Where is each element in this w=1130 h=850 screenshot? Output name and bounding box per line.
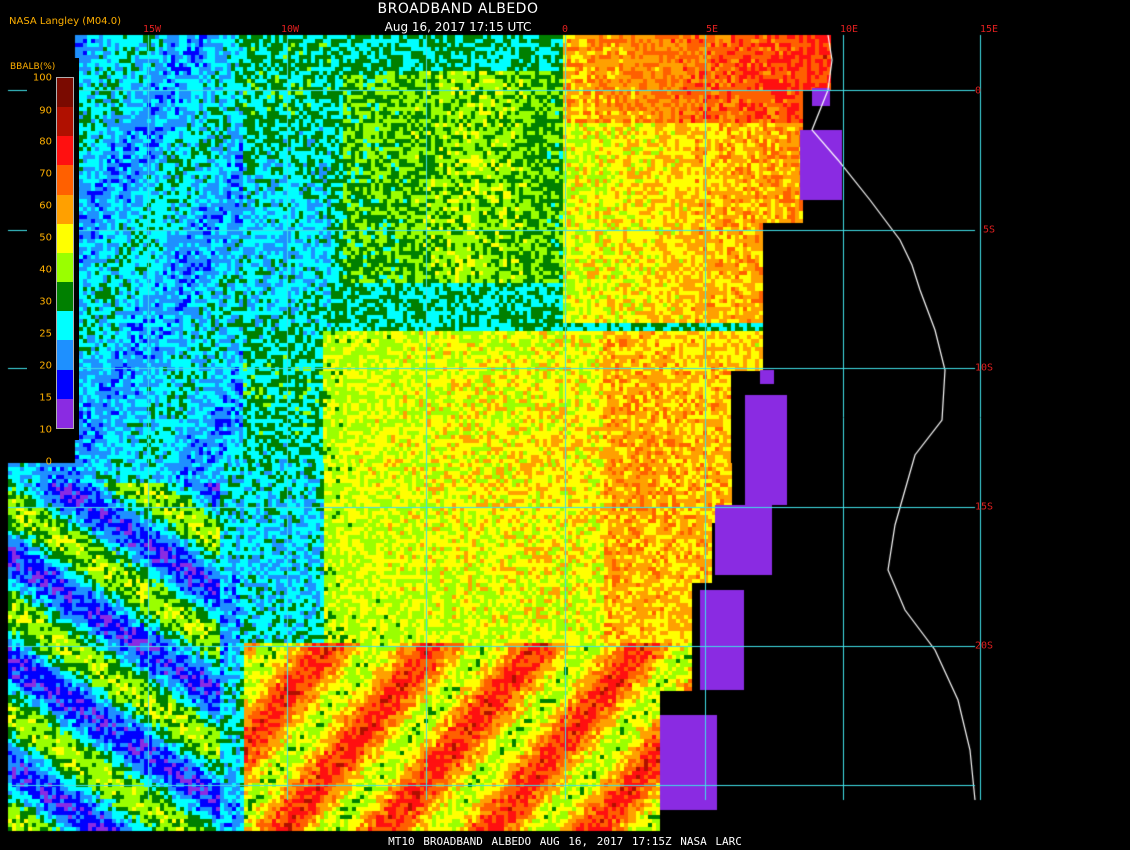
legend-swatch [57, 252, 73, 283]
lat-label-10s: 10S [975, 362, 994, 374]
legend-color-bar [56, 77, 74, 429]
legend-tick: 100 [32, 72, 52, 84]
map-title: BROADBAND ALBEDO [377, 1, 539, 17]
lon-label-10e: 10E [839, 24, 859, 35]
legend-swatch [57, 398, 73, 428]
legend-tick: 40 [39, 264, 52, 276]
legend-swatch [57, 107, 73, 137]
lon-label-10w: 10W [280, 24, 300, 35]
lon-label-15w: 15W [142, 24, 162, 35]
lat-label-5s: 5S [983, 224, 996, 236]
legend-title: BBALB(%) [10, 62, 56, 72]
legend-tick: 15 [39, 392, 52, 404]
legend-tick: 25 [39, 328, 52, 340]
legend-swatch [57, 136, 73, 166]
lon-label-0: 0 [561, 24, 569, 35]
legend-swatch [57, 340, 73, 370]
lat-label-15s: 15S [975, 501, 994, 513]
legend-tick: 60 [39, 200, 52, 212]
legend-swatch [57, 282, 73, 312]
lat-label-0: 0 [975, 85, 982, 97]
legend-tick: 30 [39, 296, 52, 308]
legend-tick: 90 [39, 105, 52, 117]
legend-swatch [57, 194, 73, 224]
lon-label-15e: 15E [979, 24, 999, 35]
legend-tick: 0 [45, 456, 52, 468]
legend-swatch [57, 78, 73, 108]
legend-swatch [57, 165, 73, 195]
legend-tick: 20 [39, 360, 52, 372]
legend-swatch [57, 311, 73, 341]
lat-label-20s: 20S [975, 640, 994, 652]
legend-swatch [57, 369, 73, 399]
legend-tick: 70 [39, 168, 52, 180]
albedo-satellite-map [0, 0, 1130, 850]
legend-swatch [57, 223, 73, 253]
footer-caption: MT10 BROADBAND ALBEDO AUG 16, 2017 17:15… [388, 835, 742, 848]
lon-label-5e: 5E [705, 24, 719, 35]
map-timestamp: Aug 16, 2017 17:15 UTC [384, 20, 532, 34]
legend-tick: 80 [39, 136, 52, 148]
legend-tick: 10 [39, 424, 52, 436]
legend-tick: 50 [39, 232, 52, 244]
credit-label: NASA Langley (M04.0) [9, 16, 121, 27]
